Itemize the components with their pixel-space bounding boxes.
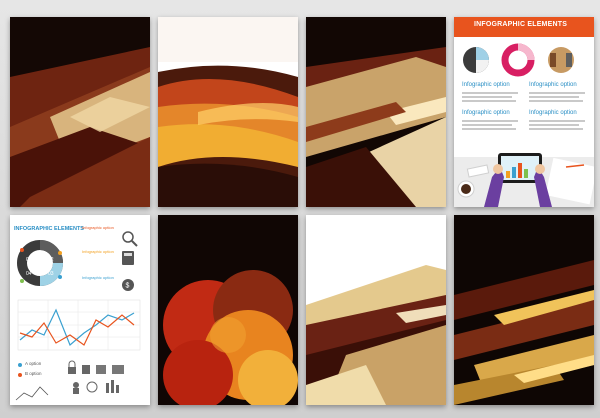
lock-icon [68, 360, 76, 374]
ring-chart-icon [501, 43, 535, 77]
abstract-background [306, 17, 446, 207]
infographic-title: INFOGRAPHIC ELEMENTS [14, 226, 84, 232]
donut-chart-icon [17, 240, 63, 286]
text-line [462, 96, 512, 98]
legend-a-letter: A [25, 361, 28, 366]
option-title-4: Infographic option [529, 110, 577, 116]
text-line [462, 128, 516, 130]
brochure-card-7[interactable] [306, 215, 446, 405]
side-option-2: Infographic option [82, 249, 114, 254]
option-title-2: Infographic option [529, 82, 577, 88]
handshake-icon [112, 365, 124, 374]
chart-icon [106, 380, 119, 393]
legend-b: B option [25, 371, 42, 376]
brochure-card-3[interactable] [306, 17, 446, 207]
line-chart-grid [17, 299, 141, 351]
legend-b-text: option [29, 371, 42, 376]
abstract-background [306, 215, 446, 405]
infographic-card-bottom[interactable]: 01 02 03 04 $ INFOGRAPHIC ELEMENTS Infog… [10, 215, 150, 405]
brochure-card-1[interactable] [10, 17, 150, 207]
text-line [529, 124, 579, 126]
text-line [529, 100, 583, 102]
text-line [529, 96, 579, 98]
text-line [529, 128, 583, 130]
hand-icon [96, 365, 106, 374]
text-line [462, 100, 516, 102]
text-line [462, 120, 518, 122]
brochure-card-8[interactable] [454, 215, 594, 405]
text-line [529, 120, 585, 122]
donut-label-04: 04 [26, 271, 32, 277]
abstract-background [158, 215, 298, 405]
brochure-card-2[interactable] [158, 17, 298, 207]
line-series-red [19, 314, 135, 346]
coffee-cup-icon [457, 180, 475, 198]
abstract-background [454, 215, 594, 405]
brochure-card-6[interactable] [158, 215, 298, 405]
globe-icon [86, 381, 98, 393]
abstract-background [158, 17, 298, 207]
donut-label-03: 03 [48, 271, 54, 277]
side-option-1: Infographic option [82, 225, 114, 230]
magnifier-icon [122, 231, 138, 247]
svg-text:$: $ [126, 283, 130, 290]
option-title-3: Infographic option [462, 110, 510, 116]
legend-marker-b [18, 373, 22, 377]
donut-label-02: 02 [48, 257, 54, 263]
text-line [462, 124, 512, 126]
abstract-background [10, 17, 150, 207]
side-option-3: Infographic option [82, 275, 114, 280]
person-icon [73, 382, 79, 394]
thumb-icon [82, 365, 90, 374]
infographic-card-top[interactable]: INFOGRAPHIC ELEMENTS Infographic option … [454, 17, 594, 207]
bar-circle-icon [548, 47, 574, 73]
legend-marker-a [18, 363, 22, 367]
donut-label-01: 01 [26, 257, 32, 263]
dollar-icon: $ [122, 279, 134, 291]
text-line [462, 92, 518, 94]
pie-chart-icon [463, 47, 489, 73]
legend-a: A option [25, 361, 41, 366]
calculator-icon [122, 251, 134, 265]
option-title-1: Infographic option [462, 82, 510, 88]
legend-a-text: option [29, 361, 42, 366]
infographic-graphics: 01 02 03 04 $ [15, 231, 141, 401]
mini-line-chart [15, 386, 49, 401]
tablet-illustration [454, 153, 594, 207]
text-line [529, 92, 585, 94]
legend-b-letter: B [25, 371, 29, 376]
